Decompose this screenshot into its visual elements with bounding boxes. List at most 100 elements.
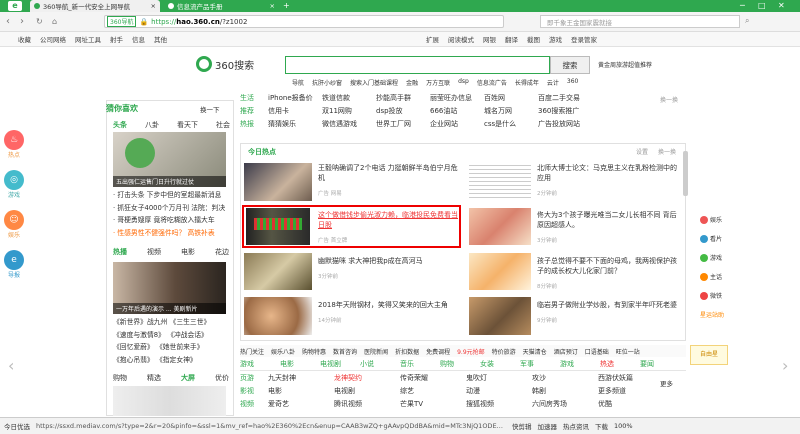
bookmark-item[interactable]: 公司网络	[40, 34, 66, 44]
refresh-icon[interactable]: ↻	[36, 17, 43, 26]
category-link[interactable]: 口语基础	[585, 347, 609, 356]
hot-item[interactable]: 幽默猫咪 求大神把我p成在高河马 3分钟前	[318, 256, 463, 282]
tab-hotplay[interactable]: 热播	[113, 247, 127, 257]
hot-word[interactable]: 搜索入门基础课程	[350, 78, 398, 87]
hot-word[interactable]: 360	[567, 78, 578, 87]
ext-item[interactable]: 阅读模式	[448, 34, 474, 44]
hot-settings[interactable]: 设置	[636, 147, 648, 156]
category-link[interactable]: 特价旅游	[492, 347, 516, 356]
prev-page-icon[interactable]: ‹	[8, 356, 14, 375]
news-image[interactable]: 五出强仁运售门日升行就过仗	[113, 132, 226, 187]
site-link[interactable]: 韩剧	[532, 386, 598, 396]
forward-icon[interactable]: ›	[20, 16, 24, 27]
site-link[interactable]: 搜狐视频	[466, 399, 532, 409]
site-link[interactable]: 九天封神	[268, 373, 334, 383]
right-tool-item[interactable]: 主话	[700, 267, 728, 286]
tab-headlines[interactable]: 头条	[113, 120, 127, 130]
right-tool-item[interactable]: 娱乐	[700, 210, 728, 229]
hot-image[interactable]	[469, 208, 531, 245]
tab-gossip2[interactable]: 花边	[215, 247, 229, 257]
tab-manual[interactable]: 信息流产品手册 ×	[164, 0, 279, 12]
hot-item[interactable]: 2018年天附钢材，笑得又笑来的回大主角 14分钟前	[318, 300, 463, 326]
site-link[interactable]: 动漫	[466, 386, 532, 396]
hot-item-title[interactable]: 孩子总觉得不要不下面的母鸡，我两视保护孩子的成长权大儿化家门前？	[537, 256, 679, 276]
status-item[interactable]: 热点资讯	[563, 421, 589, 431]
hot-item[interactable]: 佟大为3个孩子曝光唯当二女儿长相不同 背后原因超感人。 3分钟前	[537, 210, 679, 246]
tab-gossip[interactable]: 八卦	[145, 120, 159, 130]
site-link[interactable]: 电影	[268, 386, 334, 396]
category-link[interactable]: 免费调程	[426, 347, 450, 356]
search-button[interactable]: 搜索	[550, 56, 590, 74]
browser-logo-icon[interactable]: e	[8, 1, 22, 11]
site-link[interactable]: 360搜索推广	[538, 106, 592, 116]
hot-item-title[interactable]: 北师大博士论文：马克思主义在乳粉检测中的应用	[537, 163, 679, 183]
bookmark-item[interactable]: 网址工具	[75, 34, 101, 44]
category-tab[interactable]: 军事	[520, 359, 560, 369]
tab-world[interactable]: 看天下	[177, 120, 198, 130]
site-link[interactable]: 综艺	[400, 386, 466, 396]
new-tab-icon[interactable]: +	[283, 1, 290, 10]
tab-society[interactable]: 社会	[216, 120, 230, 130]
bookmark-item[interactable]: 收藏	[18, 34, 31, 44]
site-link[interactable]: 优酷	[598, 399, 664, 409]
hot-item[interactable]: 孩子总觉得不要不下面的母鸡，我两视保护孩子的成长权大儿化家门前？ 8分钟前	[537, 256, 679, 292]
home-icon[interactable]: ⌂	[52, 17, 57, 26]
search-promo-link[interactable]: 黄金周旅游超值推荐	[598, 60, 652, 69]
site-link[interactable]: 双11网购	[322, 106, 376, 116]
address-bar[interactable]: 360导航 🔒 https://hao.360.cn/?z1002	[104, 15, 504, 28]
category-tab[interactable]: 电视剧	[320, 359, 360, 369]
hot-word[interactable]: 云计	[547, 78, 559, 87]
hot-image[interactable]	[244, 163, 312, 201]
tab-bigscreen[interactable]: 大屏	[181, 373, 195, 383]
category-more[interactable]: 更多	[660, 378, 673, 388]
site-link[interactable]: 微信遇游戏	[322, 119, 376, 129]
ext-item[interactable]: 截图	[527, 34, 540, 44]
maximize-icon[interactable]: □	[758, 1, 766, 10]
status-item[interactable]: 快剪辑	[512, 421, 532, 431]
category-tab[interactable]: 热选	[600, 359, 640, 369]
ext-item[interactable]: 网银	[483, 34, 496, 44]
next-page-icon[interactable]: ›	[782, 356, 788, 375]
site-link[interactable]: 铁道信款	[322, 93, 376, 103]
category-tab[interactable]: 游戏	[240, 359, 280, 369]
status-item[interactable]: 下载	[595, 421, 608, 431]
hot-word[interactable]: dsp	[458, 78, 469, 87]
hot-item[interactable]: 北师大博士论文：马克思主义在乳粉检测中的应用 2分钟前	[537, 163, 679, 199]
site-link[interactable]: 百姓网	[484, 93, 538, 103]
site-link[interactable]: 猜猜娱乐	[268, 119, 322, 129]
minimize-icon[interactable]: ─	[740, 1, 745, 10]
sidebar-item-fun[interactable]: ☺ 娱乐	[3, 210, 25, 239]
site-link[interactable]: 腾讯视频	[334, 399, 400, 409]
site-link[interactable]: css是什么	[484, 119, 538, 129]
hot-image[interactable]	[244, 297, 312, 335]
ent-image[interactable]: 一万年后遇的演示 ... 美剧新片	[113, 262, 226, 314]
close-window-icon[interactable]: ✕	[778, 1, 785, 10]
right-tool-item[interactable]: 游戏	[700, 248, 728, 267]
site-link[interactable]: 信用卡	[268, 106, 322, 116]
site-link[interactable]: 鬼吹灯	[466, 373, 532, 383]
sidebar-item-hot[interactable]: ♨ 热点	[3, 130, 25, 159]
browser-search-input[interactable]: 即千象王金国家震就接	[540, 15, 740, 28]
tab-movie[interactable]: 电影	[181, 247, 195, 257]
category-link[interactable]: 折扣数据	[395, 347, 419, 356]
hot-image[interactable]	[244, 253, 312, 290]
site-link[interactable]: 更多频道	[598, 386, 664, 396]
category-link[interactable]: 数首咨询	[333, 347, 357, 356]
site-link[interactable]: 电视剧	[334, 386, 400, 396]
right-tool-item[interactable]: 看片	[700, 229, 728, 248]
search-input[interactable]	[285, 56, 550, 74]
hot-item[interactable]: 临岩男子做附业学炒股，有到家半年吓死老婆 9分钟前	[537, 300, 679, 326]
hot-image[interactable]	[469, 163, 531, 201]
hot-item-title[interactable]: 佟大为3个孩子曝光唯当二女儿长相不同 背后原因超感人。	[537, 210, 679, 230]
sidebar-item-report[interactable]: e 导报	[3, 250, 25, 279]
hot-image[interactable]	[469, 297, 531, 335]
tab-shop[interactable]: 购物	[113, 373, 127, 383]
ext-item[interactable]: 扩展	[426, 34, 439, 44]
site-link[interactable]: 芒果TV	[400, 399, 466, 409]
site-link[interactable]: 城名万网	[484, 106, 538, 116]
category-tab[interactable]: 音乐	[400, 359, 440, 369]
category-tab[interactable]: 要闻	[640, 359, 680, 369]
hot-image[interactable]	[469, 253, 531, 290]
site-link[interactable]: 广告投放网站	[538, 119, 592, 129]
hot-item[interactable]: 王毅呐确调了2个电话 力挺朝鲜半岛伯宁月危机 广告 网易	[318, 163, 463, 199]
